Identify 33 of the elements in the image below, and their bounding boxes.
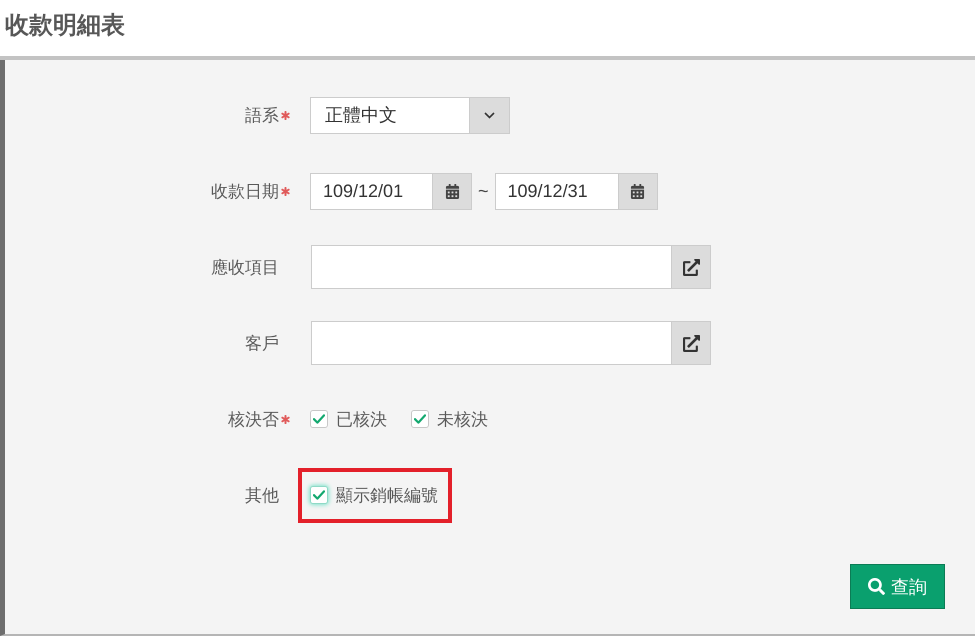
- external-link-icon: [682, 334, 700, 352]
- date-input[interactable]: 109/12/31: [494, 172, 618, 210]
- date-input[interactable]: 109/12/01: [310, 172, 432, 210]
- checkbox-label[interactable]: 未核決: [437, 408, 488, 430]
- checkbox-label[interactable]: 顯示銷帳編號: [336, 484, 438, 506]
- language-select[interactable]: 正體中文: [310, 96, 510, 134]
- text-input[interactable]: [311, 245, 671, 289]
- checkmark-icon: [313, 490, 325, 500]
- checkbox-label[interactable]: 已核決: [336, 408, 387, 430]
- text-input[interactable]: [311, 321, 671, 365]
- checkmark-icon: [414, 414, 426, 424]
- checkbox[interactable]: [411, 410, 429, 428]
- external-link-button[interactable]: [671, 321, 711, 365]
- field-label: 應收項目: [211, 256, 279, 278]
- external-link-button[interactable]: [671, 245, 711, 289]
- range-separator: ~: [478, 182, 489, 200]
- calendar-icon: [444, 184, 460, 198]
- calendar-button[interactable]: [618, 172, 658, 210]
- calendar-button[interactable]: [432, 172, 472, 210]
- field-label: 語系: [245, 104, 279, 126]
- field-label: 收款日期: [211, 180, 279, 202]
- checkbox[interactable]: [310, 486, 328, 504]
- checkbox[interactable]: [310, 410, 328, 428]
- field-label: 客戶: [245, 332, 279, 354]
- calendar-icon: [630, 184, 646, 198]
- page-title: 收款明細表: [5, 12, 125, 40]
- external-link-icon: [682, 258, 700, 276]
- field-label: 其他: [245, 484, 279, 506]
- search-icon: [868, 578, 885, 595]
- search-button[interactable]: 查詢: [850, 564, 945, 609]
- field-label: 核決否: [228, 408, 279, 430]
- checkmark-icon: [313, 414, 325, 424]
- chevron-down-icon: [484, 112, 495, 118]
